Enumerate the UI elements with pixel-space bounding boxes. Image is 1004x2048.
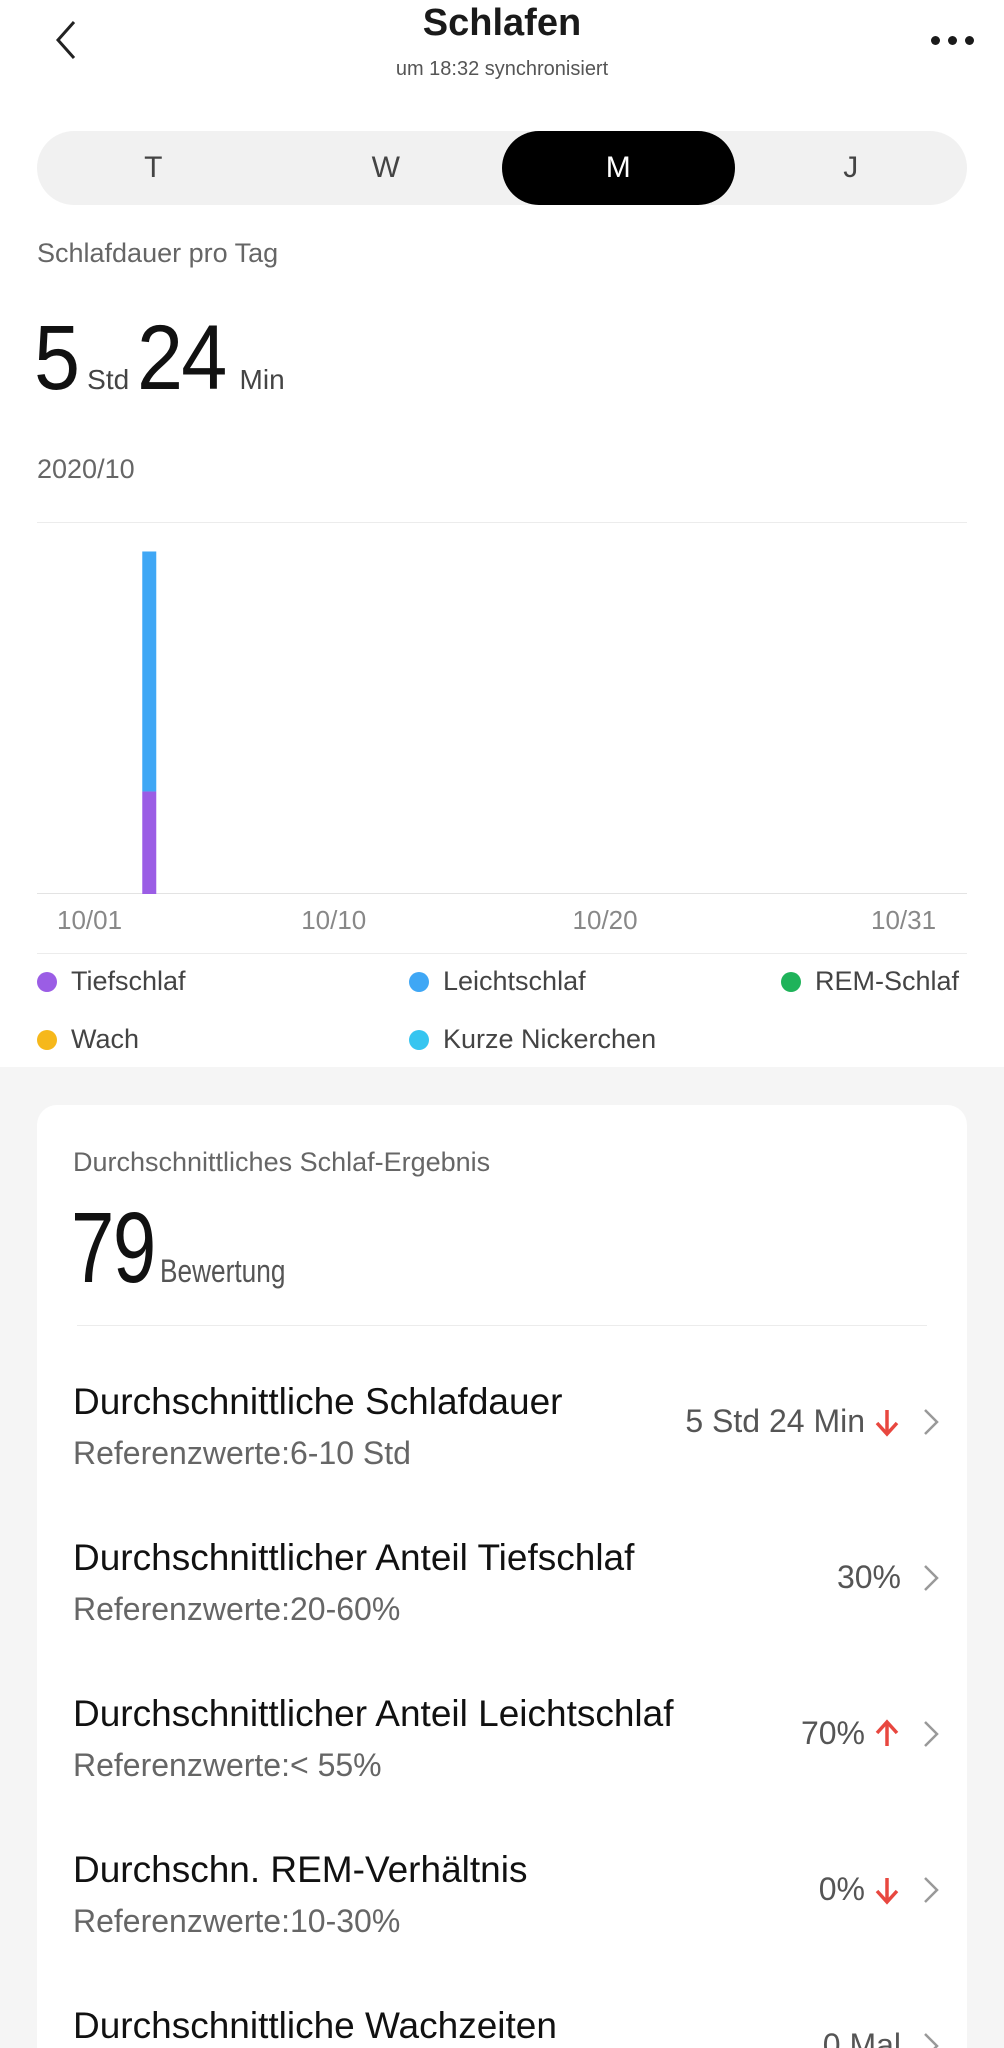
legend-dot-icon [409, 971, 429, 992]
duration-minutes: 24 [137, 307, 227, 409]
metric-value: 5 Std 24 Min [685, 1403, 865, 1439]
metric-value: 0 Mal [822, 2027, 901, 2048]
duration-hours: 5 [34, 307, 80, 409]
score-value: 79 [71, 1192, 156, 1304]
legend-dot-icon [37, 971, 57, 992]
tab-week[interactable]: W [270, 131, 503, 205]
legend-divider [37, 953, 967, 954]
x-tick-label: 10/31 [871, 905, 937, 935]
more-dots-icon [930, 35, 940, 45]
x-tick-label: 10/01 [57, 905, 123, 935]
chevron-right-icon [919, 1406, 943, 1438]
duration-hours-unit: Std [87, 364, 130, 395]
legend-dot-icon [37, 1029, 57, 1050]
sleep-chart [37, 524, 967, 894]
legend-dot-icon [781, 971, 801, 992]
legend-label: Leichtschlaf [443, 966, 586, 996]
more-dots-icon [947, 35, 957, 45]
period-label: 2020/10 [37, 454, 135, 484]
header: Schlafen um 18:32 synchronisiert [0, 0, 1004, 100]
chevron-right-icon [919, 1718, 943, 1750]
sync-status: um 18:32 synchronisiert [395, 58, 609, 80]
x-tick-label: 10/10 [301, 905, 367, 935]
legend-label: Tiefschlaf [71, 966, 186, 996]
metric-row-wake-times[interactable]: Durchschnittliche Wachzeiten 0 Mal [73, 2005, 943, 2048]
chart-top-divider [37, 522, 967, 523]
metric-row-rem-ratio[interactable]: Durchschn. REM-Verhältnis Referenzwerte:… [73, 1849, 943, 1969]
metric-row-light-sleep[interactable]: Durchschnittlicher Anteil Leichtschlaf R… [73, 1693, 943, 1813]
legend-item-rem-schlaf: REM-Schlaf [781, 966, 959, 997]
legend-label: Kurze Nickerchen [443, 1024, 657, 1054]
more-options-button[interactable] [922, 22, 982, 58]
tab-year[interactable]: J [735, 131, 968, 205]
metric-reference: Referenzwerte:10-30% [73, 1903, 401, 1939]
metric-value: 70% [800, 1715, 865, 1751]
metric-reference: Referenzwerte:6-10 Std [73, 1435, 411, 1471]
chevron-right-icon [919, 1874, 943, 1906]
metric-value: 30% [836, 1559, 901, 1595]
legend-item-kurze-nickerchen: Kurze Nickerchen [409, 1024, 656, 1055]
metric-row-deep-sleep[interactable]: Durchschnittlicher Anteil Tiefschlaf Ref… [73, 1537, 943, 1657]
sleep-score-card: Durchschnittliches Schlaf-Ergebnis 79 Be… [37, 1105, 967, 2048]
tab-month[interactable]: M [502, 131, 735, 205]
metric-row-sleep-duration[interactable]: Durchschnittliche Schlafdauer Referenzwe… [73, 1381, 943, 1501]
sleep-chart-svg [37, 551, 967, 894]
tab-day[interactable]: T [37, 131, 270, 205]
chevron-right-icon [919, 2030, 943, 2048]
bar-leichtschlaf-10-03 [142, 551, 157, 792]
legend-label: Wach [71, 1024, 140, 1054]
duration-minutes-unit: Min [239, 364, 285, 395]
legend-dot-icon [409, 1029, 429, 1050]
legend-item-leichtschlaf: Leichtschlaf [409, 966, 586, 997]
legend-item-wach: Wach [37, 1024, 139, 1055]
bar-tiefschlaf-10-03 [142, 791, 157, 894]
chevron-right-icon [919, 1562, 943, 1594]
metric-title: Durchschnittlicher Anteil Leichtschlaf [73, 1693, 674, 1734]
metric-value: 0% [818, 1871, 865, 1907]
sleep-duration-label: Schlafdauer pro Tag [37, 238, 279, 268]
arrow-up-icon [873, 1718, 901, 1750]
score-label: Durchschnittliches Schlaf-Ergebnis [73, 1147, 491, 1177]
card-divider [77, 1325, 927, 1326]
x-tick-label: 10/20 [572, 905, 638, 935]
metric-reference: Referenzwerte:< 55% [73, 1747, 382, 1783]
metric-reference: Referenzwerte:20-60% [73, 1591, 401, 1627]
metric-title: Durchschnittliche Wachzeiten [73, 2005, 557, 2046]
sleep-score: 79 Bewertung [71, 1191, 313, 1306]
period-tabs: T W M J [37, 131, 967, 205]
score-unit: Bewertung [160, 1253, 286, 1289]
metric-title: Durchschn. REM-Verhältnis [73, 1849, 528, 1890]
metric-title: Durchschnittlicher Anteil Tiefschlaf [73, 1537, 635, 1578]
more-dots-icon [964, 35, 974, 45]
legend-label: REM-Schlaf [815, 966, 960, 996]
arrow-down-icon [873, 1406, 901, 1438]
sleep-duration-value: 5 Std 24 Min [34, 306, 293, 411]
arrow-down-icon [873, 1874, 901, 1906]
metric-title: Durchschnittliche Schlafdauer [73, 1381, 563, 1422]
page-title: Schlafen [422, 2, 582, 44]
legend-item-tiefschlaf: Tiefschlaf [37, 966, 186, 997]
